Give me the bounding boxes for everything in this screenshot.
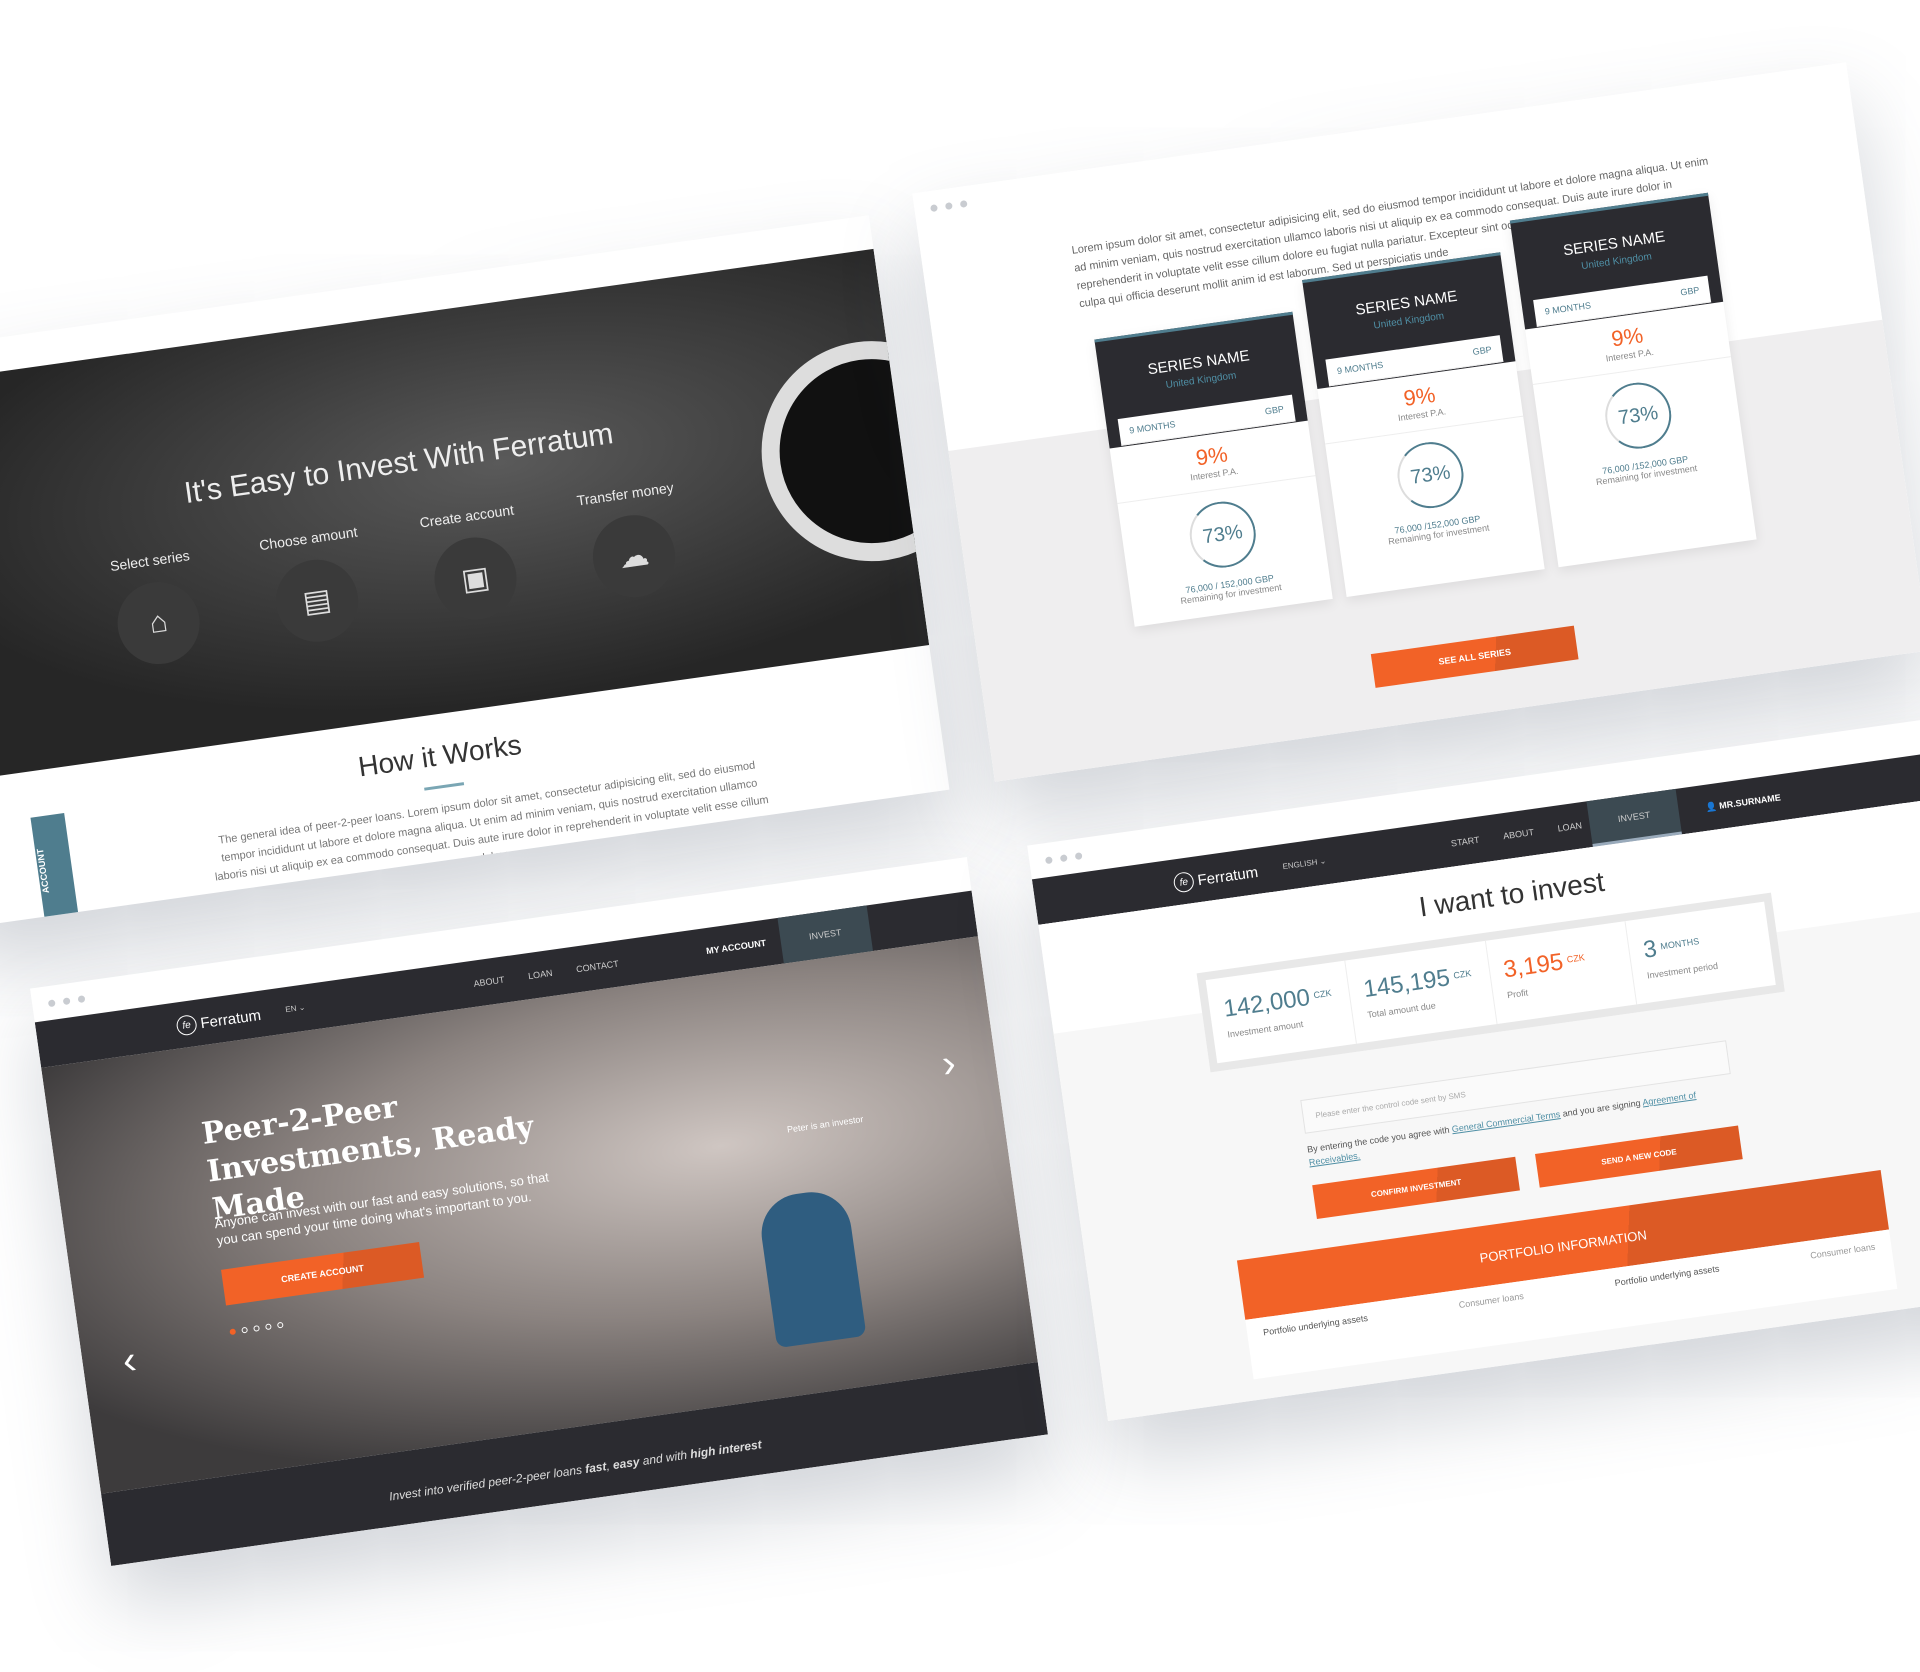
invest-page: fe Ferratum ENGLISH ⌄ START ABOUT LOAN IN… — [1027, 713, 1920, 1422]
image-caption: Peter is an investor — [786, 1114, 865, 1135]
stat-value: 145,195 — [1361, 964, 1452, 1004]
nav-loan[interactable]: LOAN — [1557, 820, 1583, 833]
ferratum-logo[interactable]: fe Ferratum — [1172, 862, 1259, 894]
nav-start[interactable]: START — [1450, 835, 1480, 849]
ferratum-logo[interactable]: fe Ferratum — [175, 1005, 262, 1037]
how-it-works-page: It's Easy to Invest With Ferratum Select… — [0, 215, 950, 929]
step-label: Create account — [418, 501, 515, 531]
chevron-right-icon[interactable]: › — [939, 1041, 958, 1087]
briefcase-icon: ⌂ — [112, 576, 205, 670]
chevron-left-icon[interactable]: ‹ — [120, 1338, 139, 1384]
id-card-icon: ▣ — [429, 532, 522, 625]
user-name: MR.SURNAME — [1718, 792, 1782, 811]
step-label: Select series — [109, 547, 191, 575]
money-icon: ▤ — [270, 554, 364, 648]
language-select[interactable]: ENGLISH ⌄ — [1282, 856, 1327, 871]
step-select-series[interactable]: Select series ⌂ — [99, 546, 214, 671]
currency: GBP — [1679, 284, 1701, 298]
logo-text: Ferratum — [199, 1006, 262, 1032]
step-choose-amount[interactable]: Choose amount ▤ — [258, 524, 373, 649]
term: 9 MONTHS — [1544, 300, 1592, 317]
stat-label: Investment period — [1646, 960, 1719, 981]
progress-ring: 73% — [1185, 497, 1261, 572]
step-transfer-money[interactable]: Transfer money ☁ — [575, 479, 690, 604]
term: 9 MONTHS — [1336, 359, 1384, 377]
language-select[interactable]: EN ⌄ — [285, 1003, 306, 1015]
home-page: fe Ferratum EN ⌄ ABOUT LOAN CONTACT MY AC… — [30, 857, 1048, 1566]
nav-contact[interactable]: CONTACT — [576, 959, 620, 975]
currency: GBP — [1472, 344, 1493, 357]
step-label: Transfer money — [575, 479, 675, 509]
window-dots — [1044, 852, 1083, 865]
stat-value: 3 — [1641, 935, 1659, 964]
snowboarder-image — [756, 1187, 867, 1349]
currency: GBP — [1264, 403, 1285, 417]
user-icon: 👤 — [1704, 800, 1720, 813]
stat-value: 3,195 — [1501, 948, 1565, 984]
step-label: Choose amount — [258, 523, 359, 554]
step-create-account[interactable]: Create account ▣ — [416, 501, 531, 626]
nav-about[interactable]: ABOUT — [473, 975, 505, 989]
progress-ring: 73% — [1600, 378, 1676, 453]
stat-value: 142,000 — [1221, 983, 1312, 1023]
divider — [424, 782, 465, 791]
window-dots — [47, 995, 86, 1008]
term: 9 MONTHS — [1128, 419, 1177, 436]
series-card[interactable]: SERIES NAME United Kingdom 9 MONTHS GBP 9%… — [1094, 311, 1333, 627]
progress-ring: 73% — [1393, 437, 1468, 513]
series-page: Lorem ipsum dolor sit amet, consectetur … — [912, 62, 1920, 782]
nav-loan[interactable]: LOAN — [527, 968, 553, 981]
logo-text: Ferratum — [1196, 863, 1260, 889]
coffee-cup-image — [747, 326, 950, 576]
nav-about[interactable]: ABOUT — [1502, 827, 1534, 841]
cloud-upload-icon: ☁ — [587, 509, 681, 603]
account-side-tab[interactable]: ACCOUNT — [30, 813, 80, 927]
series-card[interactable]: SERIES NAME United Kingdom 9 MONTHS GBP 9%… — [1302, 252, 1545, 597]
